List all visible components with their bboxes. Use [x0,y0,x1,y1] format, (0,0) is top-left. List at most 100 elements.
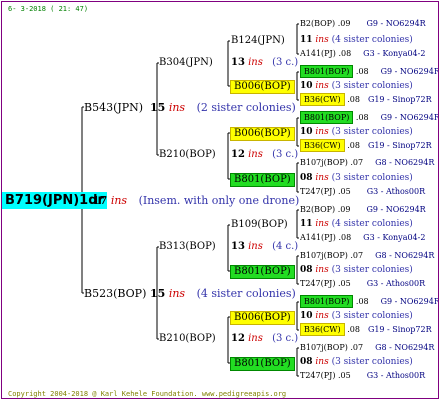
date-stamp: 6- 3-2018 ( 21: 47) [8,5,89,13]
gen2-note: (3 c.) [272,149,299,160]
gen3-info: 10 ins (3 sister colonies) [300,82,413,91]
gen2-ins: ins [248,333,263,344]
gen2-name[interactable]: B313(BOP) [159,242,216,252]
gen4-row[interactable]: T247(PJ) .05 G3 - Athos00R [300,280,425,288]
gen4-year: .08 [347,95,360,104]
gen2-name[interactable]: B210(BOP) [159,150,216,160]
gen3-name[interactable]: B801(BOP) [230,265,295,279]
gen4-row[interactable]: A141(PJ) .08 G3 - Konya04-2 [300,50,425,58]
gen4-code: G8 - NO6294R [375,251,435,260]
gen4-row[interactable]: B36(CW) .08 G19 - Sinop72R [300,93,432,106]
gen3-num: 10 [300,311,313,321]
gen4-year: .08 [355,297,369,306]
gen3-ins: ins [315,173,329,183]
gen3-info: 08 ins (3 sister colonies) [300,266,413,275]
gen3-ins: ins [315,219,329,229]
gen3-ins: ins [315,357,329,367]
gen3-note: (3 sister colonies) [331,265,413,275]
gen1-name[interactable]: B543(JPN) [84,102,143,113]
gen4-name: A141(PJ) [300,233,336,242]
gen4-row[interactable]: B801(BOP) .08 G9 - NO6294R [300,111,438,124]
gen4-name: B36(CW) [300,139,345,152]
gen2-info: 12 ins (3 c.) [231,334,298,344]
gen1-num: 15 [150,101,166,114]
gen4-row[interactable]: B36(CW) .08 G19 - Sinop72R [300,323,432,336]
gen2-num: 13 [231,241,245,252]
gen3-num: 10 [300,81,313,91]
gen3-name[interactable]: B801(BOP) [230,357,295,371]
gen4-name: A141(PJ) [300,49,336,58]
gen4-year: .08 [338,233,352,242]
gen3-name[interactable]: B109(BOP) [231,220,288,230]
gen3-info: 11 ins (4 sister colonies) [300,36,413,45]
gen4-row[interactable]: B801(BOP) .08 G9 - NO6294R [300,295,439,308]
gen4-year: .08 [355,113,369,122]
gen4-year: .05 [337,371,351,380]
gen3-ins: ins [315,35,329,45]
gen3-name[interactable]: B801(BOP) [230,173,295,187]
gen4-code: G3 - Konya04-2 [363,49,426,58]
gen3-note: (3 sister colonies) [331,357,413,367]
gen4-row[interactable]: B801(BOP) .08 G9 - NO6294R [300,65,439,78]
gen4-code: G9 - NO6294R [380,297,439,306]
gen4-row[interactable]: B36(CW) .08 G19 - Sinop72R [300,139,432,152]
gen2-ins: ins [248,149,263,160]
gen4-code: G8 - NO6294R [375,158,435,167]
gen1-ins: ins [168,101,186,114]
gen4-row[interactable]: B2(BOP) .09 G9 - NO6294R [300,206,426,214]
gen4-year: .07 [350,343,364,352]
gen4-row[interactable]: T247(PJ) .05 G3 - Athos00R [300,372,425,380]
gen3-note: (3 sister colonies) [331,173,413,183]
gen4-code: G9 - NO6294R [380,67,439,76]
gen4-code: G9 - NO6294R [366,19,426,28]
gen3-name[interactable]: B006(BOP) [230,80,295,94]
gen4-year: .07 [350,158,364,167]
pedigree-chart: 6- 3-2018 ( 21: 47) B719(JPN)1dr 17 ins … [1,1,439,399]
gen3-name[interactable]: B006(BOP) [230,127,295,141]
gen3-num: 11 [300,219,313,229]
gen2-name[interactable]: B304(JPN) [159,58,213,68]
gen3-note: (3 sister colonies) [331,311,413,321]
gen3-num: 11 [300,35,313,45]
gen4-code: G9 - NO6294R [366,205,426,214]
root-info: 17 ins (Insem. with only one drone) [92,195,299,206]
gen4-code: G8 - NO6294R [375,343,435,352]
gen3-info: 08 ins (3 sister colonies) [300,358,413,367]
gen3-name[interactable]: B124(JPN) [231,36,285,46]
gen4-name: B107j(BOP) [300,343,348,352]
gen4-code: G19 - Sinop72R [367,95,432,104]
gen3-num: 08 [300,357,313,367]
gen2-note: (3 c.) [272,57,299,68]
gen4-row[interactable]: B2(BOP) .09 G9 - NO6294R [300,20,426,28]
gen4-year: .05 [337,279,351,288]
gen4-name: B107j(BOP) [300,158,348,167]
gen1-num: 15 [150,287,166,300]
gen4-year: .07 [350,251,364,260]
gen4-code: G19 - Sinop72R [367,141,432,150]
gen4-row[interactable]: B107j(BOP) .07 G8 - NO6294R [300,252,434,260]
gen4-year: .05 [337,187,351,196]
gen4-year: .08 [347,141,360,150]
gen2-ins: ins [248,241,263,252]
gen3-ins: ins [315,81,329,91]
gen1-note: (4 sister colonies) [196,287,296,300]
gen4-row[interactable]: B107j(BOP) .07 G8 - NO6294R [300,344,434,352]
gen3-num: 08 [300,265,313,275]
gen1-name[interactable]: B523(BOP) [84,288,146,299]
gen4-year: .08 [347,325,360,334]
gen4-row[interactable]: B107j(BOP) .07 G8 - NO6294R [300,159,434,167]
gen3-num: 08 [300,173,313,183]
gen4-year: .09 [337,205,351,214]
gen2-note: (3 c.) [272,333,299,344]
gen3-num: 10 [300,127,313,137]
gen4-row[interactable]: T247(PJ) .05 G3 - Athos00R [300,188,425,196]
gen4-name: B36(CW) [300,323,345,336]
gen4-name: T247(PJ) [300,187,336,196]
copyright-footer: Copyright 2004-2018 @ Karl Kehele Founda… [8,390,287,398]
gen3-note: (4 sister colonies) [331,219,413,229]
gen3-name[interactable]: B006(BOP) [230,311,295,325]
gen4-row[interactable]: A141(PJ) .08 G3 - Konya04-2 [300,234,425,242]
gen4-code: G19 - Sinop72R [367,325,432,334]
gen2-info: 12 ins (3 c.) [231,150,298,160]
gen2-name[interactable]: B210(BOP) [159,334,216,344]
